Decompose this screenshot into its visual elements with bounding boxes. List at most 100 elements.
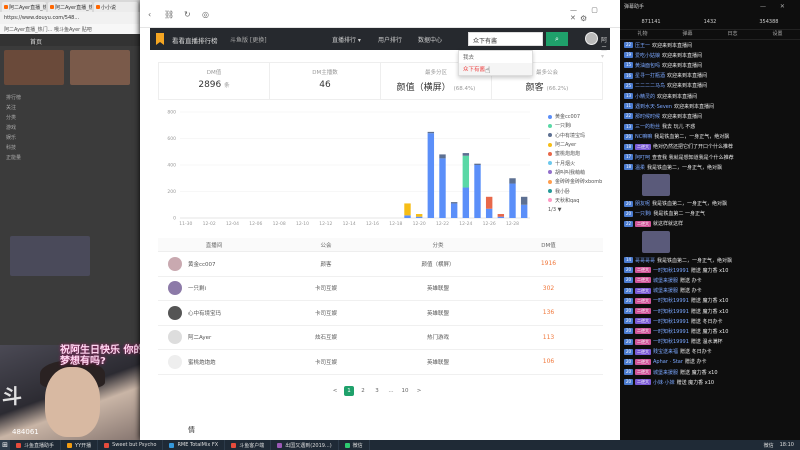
bar-segment[interactable] bbox=[509, 183, 516, 218]
background-menu-item[interactable]: 关注 bbox=[6, 104, 16, 111]
table-row[interactable]: 一只剩i 卡司互娱 英雄联盟 302 bbox=[158, 277, 603, 301]
user-menu[interactable]: 阿二 ▾ bbox=[601, 35, 610, 60]
legend-item[interactable]: 蜜桃炮炮炮 bbox=[548, 149, 618, 158]
room-avatar[interactable] bbox=[168, 305, 182, 320]
chat-username[interactable]: 城堡来援服 bbox=[653, 287, 678, 294]
bar-segment[interactable] bbox=[462, 155, 470, 188]
search-button[interactable]: ⌕ bbox=[546, 32, 568, 46]
taskbar-app[interactable]: Sweet but Psycho bbox=[98, 440, 164, 450]
bookmark-logo-icon[interactable] bbox=[156, 33, 164, 45]
chat-username[interactable]: 黄油面包吗 bbox=[635, 62, 660, 69]
bar-segment[interactable] bbox=[520, 196, 528, 205]
legend-item[interactable]: 十月烟火 bbox=[548, 158, 618, 167]
room-avatar[interactable] bbox=[168, 330, 182, 345]
background-menu-item[interactable]: 排行榜 bbox=[6, 94, 21, 101]
bar-segment[interactable] bbox=[462, 153, 470, 156]
suggestion-item[interactable]: 我去 bbox=[459, 51, 532, 63]
col-header-guild[interactable]: 公会 bbox=[270, 241, 382, 249]
nav-live-ranking[interactable]: 直播排行 ▾ bbox=[332, 35, 361, 44]
taskbar-app[interactable]: 微信 bbox=[339, 440, 370, 450]
col-header-dm[interactable]: DM值 bbox=[494, 241, 603, 249]
taskbar-app[interactable]: 斗鱼客户端 bbox=[225, 440, 272, 450]
chat-username[interactable]: 温柔 bbox=[635, 164, 645, 171]
chat-username[interactable]: 朋友呢 bbox=[635, 200, 650, 207]
search-input[interactable]: 众下有酱 bbox=[468, 32, 543, 46]
legend-item[interactable]: 黄金cc007 bbox=[548, 112, 618, 121]
background-menu-item[interactable]: 科技 bbox=[6, 144, 16, 151]
bar-segment[interactable] bbox=[520, 204, 528, 218]
background-tab[interactable]: 小小说 bbox=[94, 2, 138, 12]
tray-wechat[interactable]: 微信 bbox=[764, 442, 774, 449]
chat-username[interactable]: 一时知秋19991 bbox=[653, 338, 689, 345]
table-row[interactable]: 蜜桃炮炮炮 卡司互娱 英雄联盟 106 bbox=[158, 350, 603, 375]
background-site-nav[interactable]: 首页 bbox=[0, 34, 140, 46]
bar-segment[interactable] bbox=[404, 203, 411, 216]
site-title[interactable]: 看看直播排行榜 bbox=[172, 35, 218, 45]
room-name[interactable]: 一只剩i bbox=[188, 284, 206, 292]
col-header-room[interactable]: 直播间 bbox=[158, 241, 270, 249]
room-name[interactable]: 阿二Ayer bbox=[188, 333, 211, 341]
background-menu-item[interactable]: 游戏 bbox=[6, 124, 16, 131]
start-button[interactable]: ⊞ bbox=[0, 440, 10, 450]
background-menu-item[interactable]: 娱乐 bbox=[6, 134, 16, 141]
bar-segment[interactable] bbox=[474, 165, 481, 218]
legend-item[interactable]: 胡叫叫我萌萌 bbox=[548, 168, 618, 177]
bar-segment[interactable] bbox=[485, 196, 493, 209]
chat-username[interactable]: 三一的粉丝 bbox=[635, 123, 660, 130]
background-tab[interactable]: 阿二Ayer直播_热门游戏直播 bbox=[2, 2, 46, 12]
background-address-bar[interactable]: https://www.douyu.com/548... bbox=[0, 12, 140, 24]
bar-segment[interactable] bbox=[474, 163, 481, 165]
bar-segment[interactable] bbox=[439, 158, 446, 218]
room-avatar[interactable] bbox=[168, 256, 182, 271]
chat-username[interactable]: 贱宝送来福 bbox=[653, 348, 678, 355]
chat-username[interactable]: 小妹·小妹 bbox=[653, 379, 675, 386]
panel-window-controls[interactable]: — ✕ bbox=[760, 3, 791, 10]
tab-settings[interactable]: 设置 bbox=[772, 30, 782, 39]
room-avatar[interactable] bbox=[168, 281, 182, 296]
nav-data-center[interactable]: 数据中心 bbox=[418, 35, 442, 44]
chat-username[interactable]: 那时候时候 bbox=[635, 113, 660, 120]
back-icon[interactable]: ‹ bbox=[148, 10, 151, 19]
legend-item[interactable]: 天秋和qaq bbox=[548, 196, 618, 205]
room-name[interactable]: 蜜桃炮炮炮 bbox=[188, 358, 216, 366]
bar-segment[interactable] bbox=[497, 216, 505, 218]
room-avatar[interactable] bbox=[168, 354, 182, 369]
chat-username[interactable]: 一时知秋19991 bbox=[653, 318, 689, 325]
chat-username[interactable]: 一时知秋19991 bbox=[653, 328, 689, 335]
table-row[interactable]: 阿二Ayer 炫石互娱 热门游戏 113 bbox=[158, 326, 603, 350]
chat-username[interactable]: 城堡来援服 bbox=[653, 277, 678, 284]
platform-switch[interactable]: 斗鱼版 [更换] bbox=[230, 35, 267, 44]
refresh-icon[interactable]: ↻ bbox=[184, 10, 191, 19]
chat-username[interactable]: 一时知秋19991 bbox=[653, 297, 689, 304]
bar-segment[interactable] bbox=[509, 178, 516, 184]
chat-username[interactable]: 哥哥哥哥 bbox=[635, 257, 655, 264]
window-controls[interactable]: — ▢ ✕ bbox=[570, 6, 618, 22]
chat-username[interactable]: 星寻一打瓶酒 bbox=[635, 72, 665, 79]
bar-segment[interactable] bbox=[427, 131, 435, 134]
legend-pager[interactable]: 1/3 ▼ bbox=[548, 207, 618, 213]
page-button[interactable]: 10 bbox=[400, 386, 410, 396]
chat-username[interactable]: 遇到水天·Seven bbox=[635, 103, 672, 110]
legend-item[interactable]: 金砖砖金砖砖xbomb bbox=[548, 177, 618, 186]
bar-segment[interactable] bbox=[415, 216, 423, 218]
bar-segment[interactable] bbox=[450, 203, 458, 218]
link-icon[interactable]: ⛓ bbox=[164, 10, 174, 19]
legend-item[interactable]: 阿二Ayer bbox=[548, 140, 618, 149]
chat-username[interactable]: 一只剩i bbox=[635, 210, 651, 217]
chat-username[interactable]: 城堡来援服 bbox=[653, 369, 678, 376]
chat-username[interactable]: 压王一 bbox=[635, 42, 650, 49]
bar-segment[interactable] bbox=[427, 133, 435, 218]
background-thumbnail[interactable] bbox=[10, 236, 90, 276]
tab-log[interactable]: 日志 bbox=[727, 30, 737, 39]
user-avatar[interactable] bbox=[585, 32, 598, 45]
chat-username[interactable]: 小精灵的 bbox=[635, 93, 655, 100]
bar-segment[interactable] bbox=[497, 214, 505, 217]
page-button[interactable]: 1 bbox=[344, 386, 354, 396]
prev-page-button[interactable]: < bbox=[330, 386, 340, 396]
chat-username[interactable]: 一时知秋19991 bbox=[653, 267, 689, 274]
legend-item[interactable]: 我小卧 bbox=[548, 186, 618, 195]
next-page-button[interactable]: > bbox=[414, 386, 424, 396]
legend-item[interactable]: 一只剩i bbox=[548, 121, 618, 130]
tab-gifts[interactable]: 礼物 bbox=[637, 30, 647, 39]
taskbar-app[interactable]: 斗鱼直播助手 bbox=[10, 440, 62, 450]
